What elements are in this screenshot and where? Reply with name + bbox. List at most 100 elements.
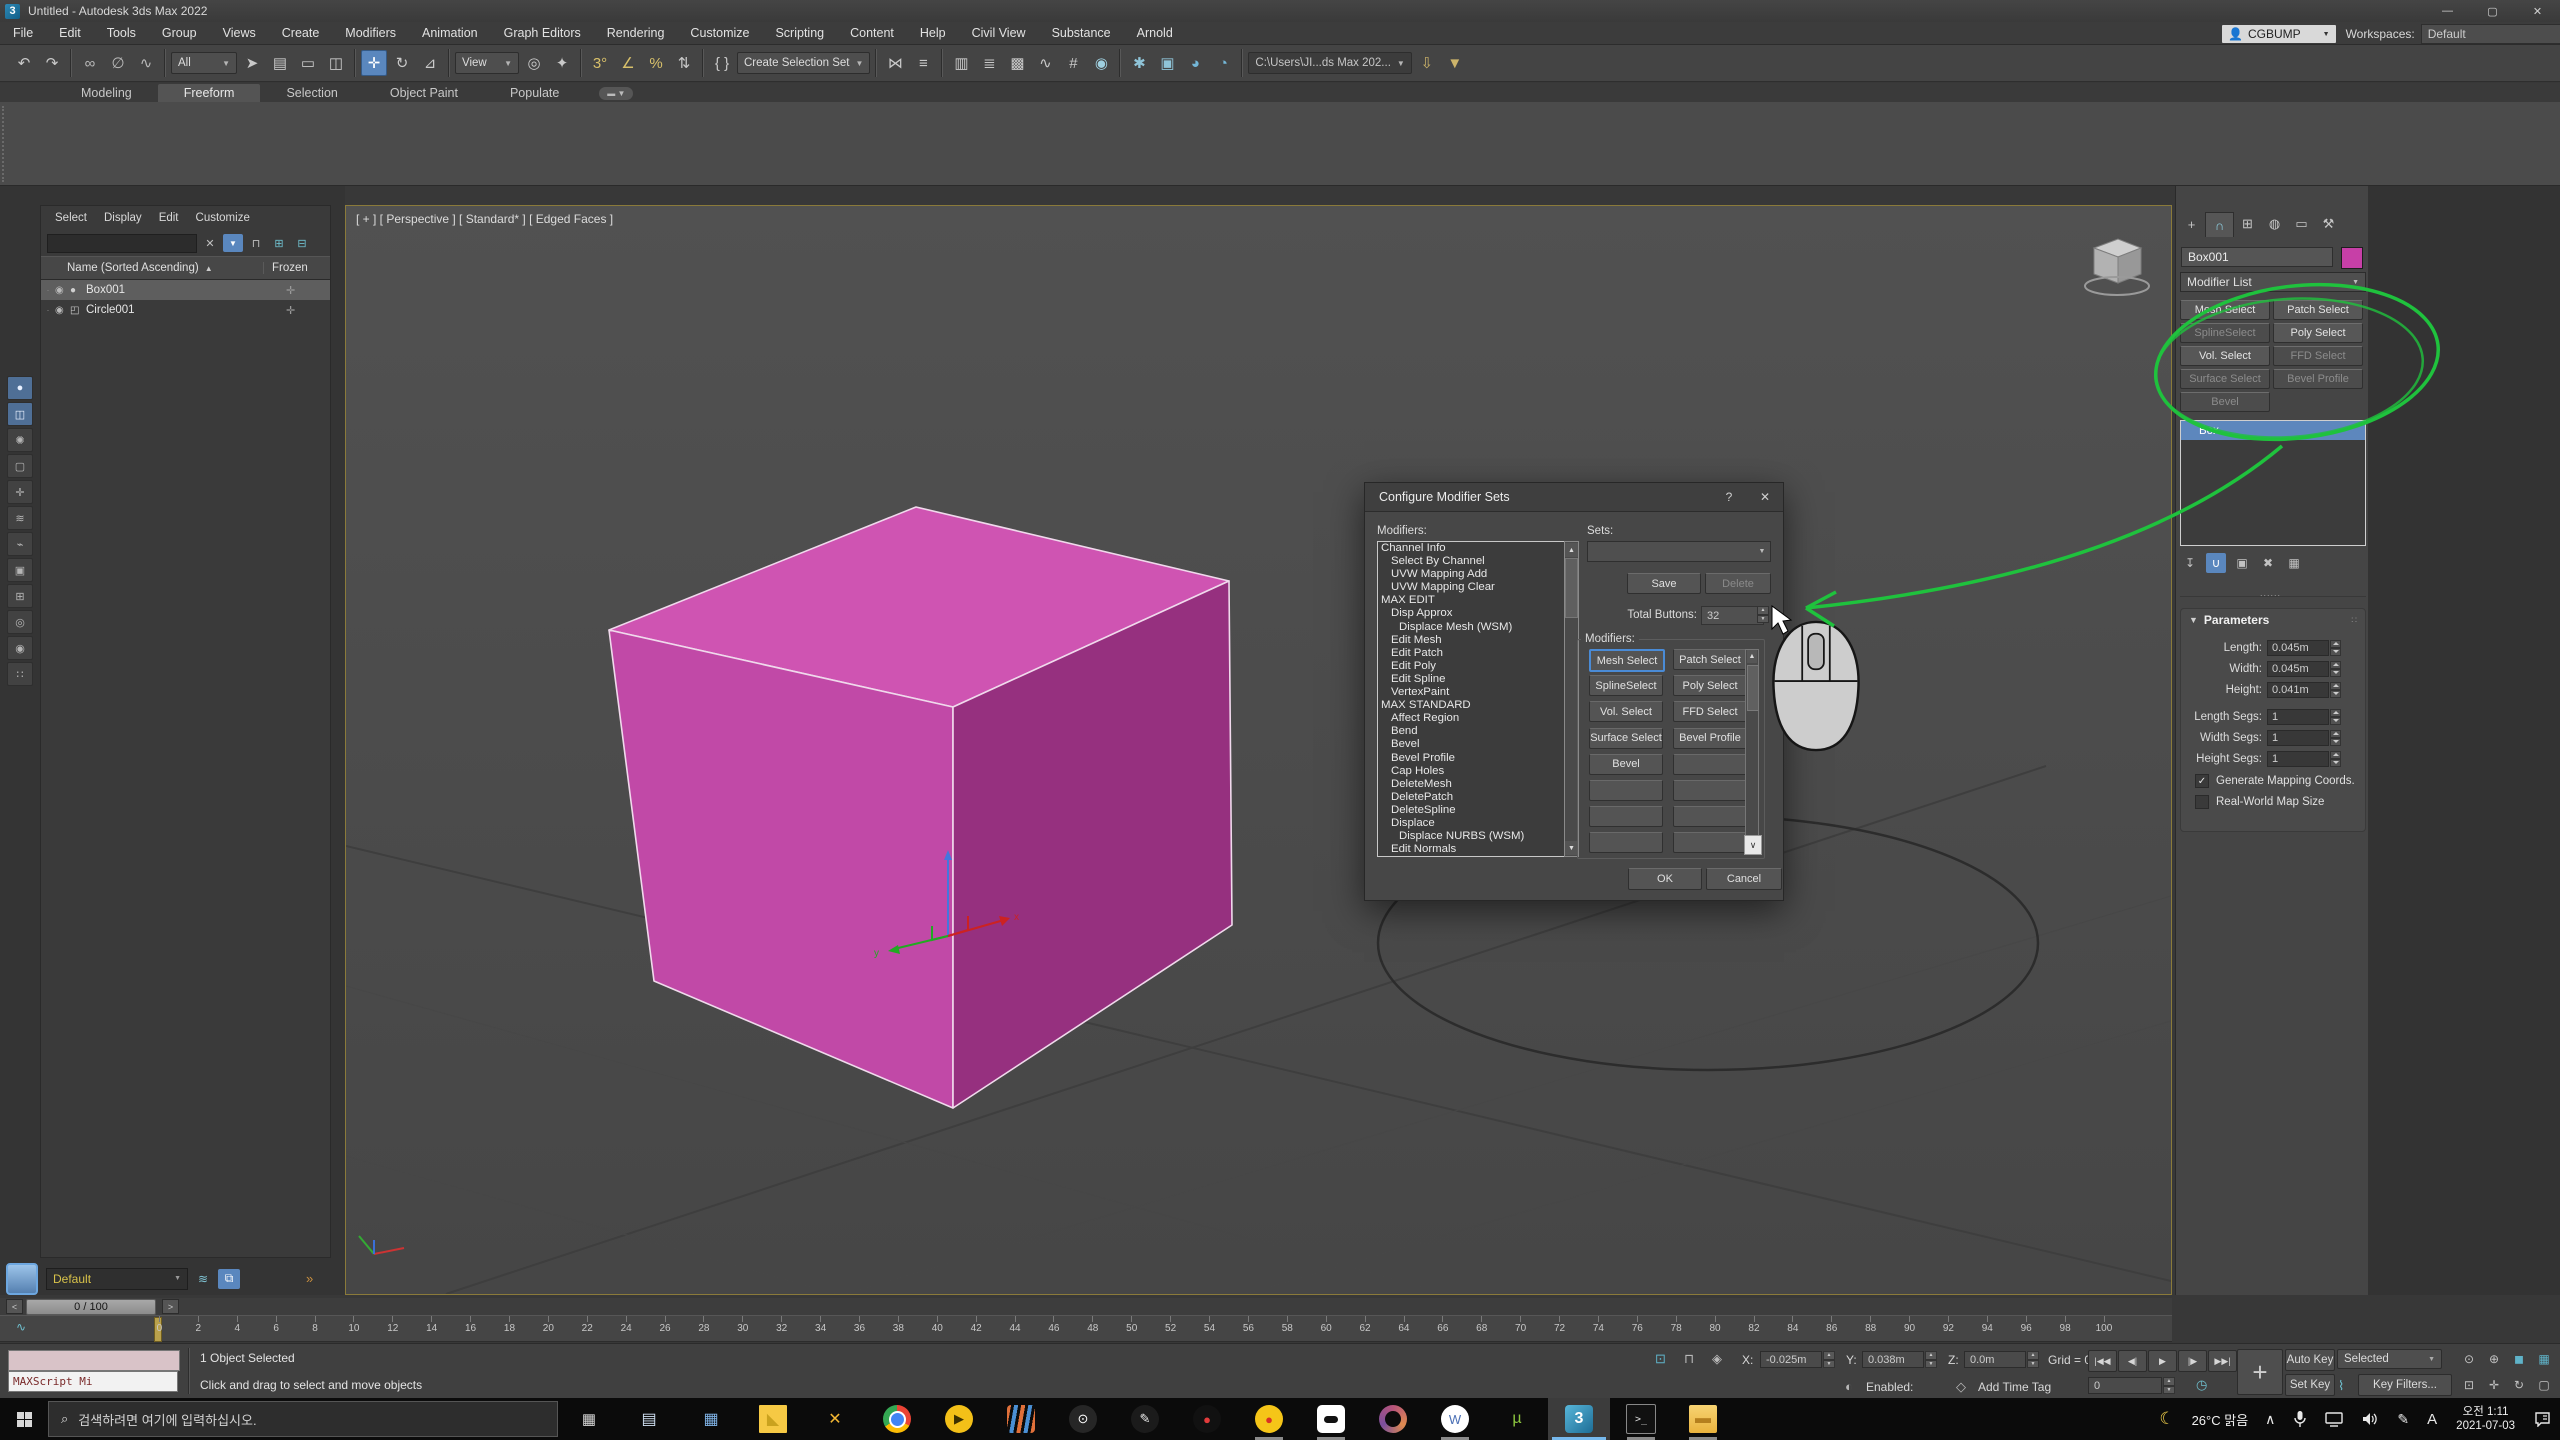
- scroll-up-icon[interactable]: ▲: [1565, 543, 1578, 557]
- zoom-extents-icon[interactable]: ◼: [2510, 1350, 2528, 1368]
- signin-user-dropdown[interactable]: 👤 CGBUMP ▼: [2222, 25, 2336, 43]
- menu-item[interactable]: Customize: [677, 22, 762, 44]
- object-color-swatch[interactable]: [2341, 247, 2363, 269]
- modifier-slot-button[interactable]: Vol. Select: [1589, 701, 1663, 722]
- menu-item[interactable]: Tools: [94, 22, 149, 44]
- auto-key-button[interactable]: Auto Key: [2285, 1349, 2335, 1371]
- select-object[interactable]: ➤: [239, 50, 265, 76]
- record-app[interactable]: ●: [1238, 1398, 1300, 1440]
- visibility-eye-icon[interactable]: ◉: [55, 305, 70, 316]
- frozen-toggle-icon[interactable]: ✛: [272, 304, 330, 317]
- display-icon[interactable]: [2325, 1411, 2343, 1427]
- bind-to-space-warp[interactable]: ∿: [133, 50, 159, 76]
- explorer-search-input[interactable]: [47, 234, 197, 253]
- percent-snap-toggle[interactable]: %: [643, 50, 669, 76]
- modifier-slot-button[interactable]: Bevel: [1589, 754, 1663, 775]
- scroll-up-icon[interactable]: ▲: [1747, 650, 1757, 663]
- add-time-tag[interactable]: Add Time Tag: [1978, 1380, 2051, 1394]
- modifier-catalog-item[interactable]: Channel Info: [1378, 542, 1578, 555]
- weather-text[interactable]: 26°C 맑음: [2192, 1410, 2249, 1429]
- track-bar[interactable]: ∿ 02468101214161820222426283032343638404…: [0, 1315, 2172, 1342]
- value-field[interactable]: 0.041m: [2267, 682, 2329, 698]
- modifier-set-button[interactable]: Surface Select: [2180, 369, 2270, 389]
- modifier-set-button[interactable]: Mesh Select: [2180, 300, 2270, 320]
- total-buttons-field[interactable]: 32: [1701, 606, 1764, 625]
- help-button[interactable]: ?: [1711, 483, 1747, 511]
- pen-icon[interactable]: ✎: [2397, 1411, 2409, 1428]
- w-app[interactable]: W: [1424, 1398, 1486, 1440]
- display-xrefs[interactable]: ⊞: [7, 584, 33, 608]
- viewport-label[interactable]: [ + ] [ Perspective ] [ Standard* ] [ Ed…: [356, 212, 613, 226]
- save-button[interactable]: Save: [1627, 573, 1701, 594]
- render-production[interactable]: ◕: [1182, 50, 1208, 76]
- display-cameras[interactable]: ▢: [7, 454, 33, 478]
- pan-view-icon[interactable]: ✛: [2485, 1376, 2503, 1394]
- menu-item[interactable]: Content: [837, 22, 907, 44]
- display-shapes[interactable]: ◫: [7, 402, 33, 426]
- modifier-catalog-item[interactable]: Affect Region: [1378, 712, 1578, 725]
- modifier-slot-button[interactable]: SplineSelect: [1589, 675, 1663, 696]
- modifier-set-button[interactable]: Bevel: [2180, 392, 2270, 412]
- maxscript-mini-listener[interactable]: MAXScript Mi: [8, 1371, 178, 1392]
- value-field[interactable]: 1: [2267, 730, 2329, 746]
- ring-app[interactable]: [1362, 1398, 1424, 1440]
- modifier-catalog-item[interactable]: Bend: [1378, 725, 1578, 738]
- material-editor[interactable]: ◉: [1088, 50, 1114, 76]
- object-name-field[interactable]: Box001: [2181, 247, 2333, 267]
- modifier-set-button[interactable]: FFD Select: [2273, 346, 2363, 366]
- lock-selection-icon[interactable]: ⊓: [1684, 1351, 1694, 1367]
- menu-item[interactable]: Create: [269, 22, 333, 44]
- import-asset[interactable]: ⇩: [1414, 50, 1440, 76]
- play-button[interactable]: ▶: [2148, 1350, 2177, 1372]
- collapse-tree-icon[interactable]: ⊟: [292, 234, 312, 252]
- close[interactable]: ✕: [2515, 0, 2560, 22]
- previous-frame-button[interactable]: ◀|: [2118, 1350, 2147, 1372]
- frame-spinner[interactable]: ▲▼: [2163, 1377, 2175, 1394]
- menu-item[interactable]: Edit: [46, 22, 94, 44]
- display-containers[interactable]: ▣: [7, 558, 33, 582]
- zoom-icon[interactable]: ⊙: [2460, 1350, 2478, 1368]
- modifier-catalog-item[interactable]: UVW Mapping Add: [1378, 568, 1578, 581]
- scroll-thumb[interactable]: [1565, 558, 1578, 618]
- taskbar-search-input[interactable]: ⌕ 검색하려면 여기에 입력하십시오.: [48, 1401, 558, 1437]
- menu-item[interactable]: Modifiers: [332, 22, 409, 44]
- spinner-snap-toggle[interactable]: ⇅: [671, 50, 697, 76]
- angle-snap-toggle[interactable]: ∠: [615, 50, 641, 76]
- y-spinner[interactable]: ▲▼: [1925, 1351, 1937, 1368]
- display-lights[interactable]: ✺: [7, 428, 33, 452]
- project-folder-field[interactable]: C:\Users\JI...ds Max 202... ▼: [1248, 52, 1411, 74]
- ime-language-indicator[interactable]: A: [2427, 1411, 2437, 1428]
- value-field[interactable]: 1: [2267, 709, 2329, 725]
- align[interactable]: ≡: [910, 50, 936, 76]
- menu-item[interactable]: Graph Editors: [491, 22, 594, 44]
- explorer-menu-item[interactable]: Customize: [196, 212, 250, 224]
- pin-stack[interactable]: ↧: [2180, 553, 2200, 573]
- time-slider-handle[interactable]: 0 / 100: [26, 1299, 156, 1315]
- ribbon-tab[interactable]: Object Paint: [364, 84, 484, 102]
- microphone-icon[interactable]: [2293, 1410, 2307, 1428]
- clear-search-icon[interactable]: ✕: [200, 234, 220, 252]
- modifier-slot-button[interactable]: Bevel Profile: [1673, 728, 1747, 749]
- next-frame-button[interactable]: >: [162, 1299, 179, 1314]
- x-spinner[interactable]: ▲▼: [1823, 1351, 1835, 1368]
- menu-item[interactable]: Civil View: [959, 22, 1039, 44]
- time-configuration-icon[interactable]: ◷: [2196, 1377, 2207, 1393]
- modifier-set-button[interactable]: Patch Select: [2273, 300, 2363, 320]
- filter-funnel-icon[interactable]: ▼: [223, 234, 243, 252]
- toolbar-button[interactable]: [1241, 49, 1243, 77]
- modifier-catalog-item[interactable]: VertexPaint: [1378, 686, 1578, 699]
- modifier-catalog-item[interactable]: Displace NURBS (WSM): [1378, 830, 1578, 843]
- menu-item[interactable]: Views: [210, 22, 269, 44]
- notification-center-icon[interactable]: [2534, 1411, 2551, 1427]
- undo[interactable]: ↶: [11, 50, 37, 76]
- workspace-dropdown[interactable]: Default ▼: [2421, 24, 2560, 44]
- modifier-catalog-item[interactable]: Edit Patch: [1378, 647, 1578, 660]
- spinner[interactable]: [2330, 661, 2341, 677]
- picpick[interactable]: ⊙: [1052, 1398, 1114, 1440]
- scroll-thumb[interactable]: [1747, 665, 1759, 711]
- modifier-set-button[interactable]: SplineSelect: [2180, 323, 2270, 343]
- box001-object[interactable]: [609, 507, 1232, 1108]
- isolate-selection-icon[interactable]: ⊡: [1655, 1351, 1666, 1367]
- hidden-icons-chevron[interactable]: ∧: [2265, 1411, 2275, 1428]
- file-explorer[interactable]: ▬: [1672, 1398, 1734, 1440]
